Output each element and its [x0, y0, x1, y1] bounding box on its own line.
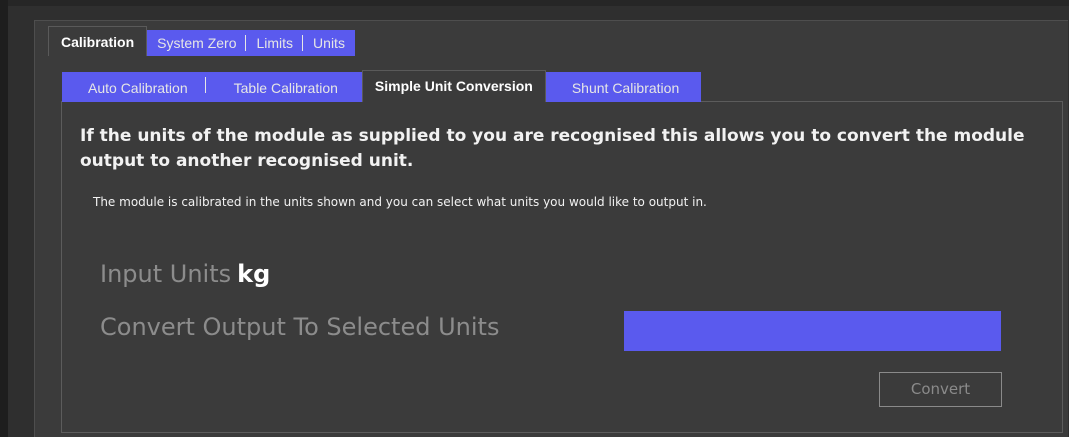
tab-shunt-calibration[interactable]: Shunt Calibration — [545, 72, 702, 102]
tab-units[interactable]: Units — [303, 30, 355, 56]
tab-table-calibration[interactable]: Table Calibration — [205, 72, 362, 102]
outer-tab-bar: Calibration System Zero Limits Units — [48, 26, 355, 56]
tab-limits[interactable]: Limits — [246, 30, 304, 56]
tab-auto-calibration[interactable]: Auto Calibration — [62, 72, 206, 102]
inner-tab-bar: Auto Calibration Table Calibration Simpl… — [62, 70, 702, 102]
description-subtext: The module is calibrated in the units sh… — [93, 195, 707, 209]
output-units-dropdown[interactable] — [624, 311, 1001, 351]
description-heading: If the units of the module as supplied t… — [80, 126, 1025, 171]
input-units-row: Input Units kg — [100, 260, 270, 288]
window-left-edge — [0, 0, 8, 437]
window-top-edge — [8, 0, 1069, 6]
tab-simple-unit-conversion[interactable]: Simple Unit Conversion — [361, 70, 546, 102]
input-units-label: Input Units — [100, 260, 232, 288]
tab-system-zero[interactable]: System Zero — [147, 30, 247, 56]
convert-output-label: Convert Output To Selected Units — [100, 313, 500, 341]
convert-button[interactable]: Convert — [879, 372, 1002, 407]
input-units-value: kg — [237, 260, 271, 288]
tab-calibration[interactable]: Calibration — [48, 26, 148, 56]
